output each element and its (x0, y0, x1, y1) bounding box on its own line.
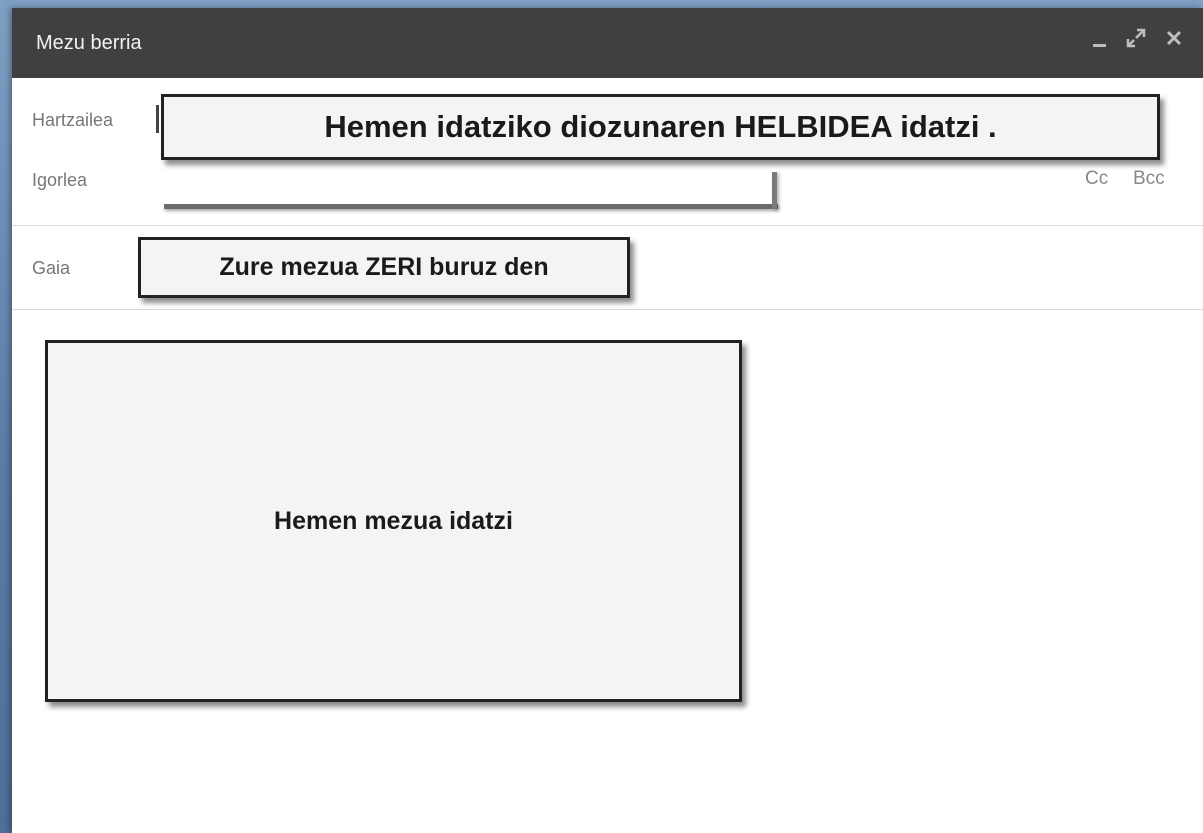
to-address-callout[interactable]: Hemen idatziko diozunaren HELBIDEA idatz… (161, 94, 1160, 160)
cc-link[interactable]: Cc (1085, 168, 1108, 190)
from-field-underline[interactable] (164, 204, 778, 209)
compose-window: Mezu berria Hartzailea Igorlea Cc Bcc Ga… (12, 8, 1203, 833)
close-icon[interactable] (1161, 26, 1187, 56)
text-cursor (156, 105, 159, 133)
header-divider (12, 225, 1203, 226)
to-label: Hartzailea (32, 110, 114, 130)
message-body-callout[interactable]: Hemen mezua idatzi (45, 340, 742, 702)
from-field-edge (772, 172, 777, 209)
subject-callout[interactable]: Zure mezua ZERI buruz den (138, 237, 630, 298)
expand-icon[interactable] (1123, 26, 1149, 56)
subject-label: Gaia (32, 258, 71, 278)
from-label: Igorlea (32, 170, 88, 190)
subject-divider (12, 309, 1203, 310)
minimize-icon[interactable] (1087, 26, 1113, 56)
window-title: Mezu berria (36, 32, 142, 54)
bcc-link[interactable]: Bcc (1133, 168, 1165, 190)
compose-titlebar[interactable]: Mezu berria (12, 8, 1203, 78)
